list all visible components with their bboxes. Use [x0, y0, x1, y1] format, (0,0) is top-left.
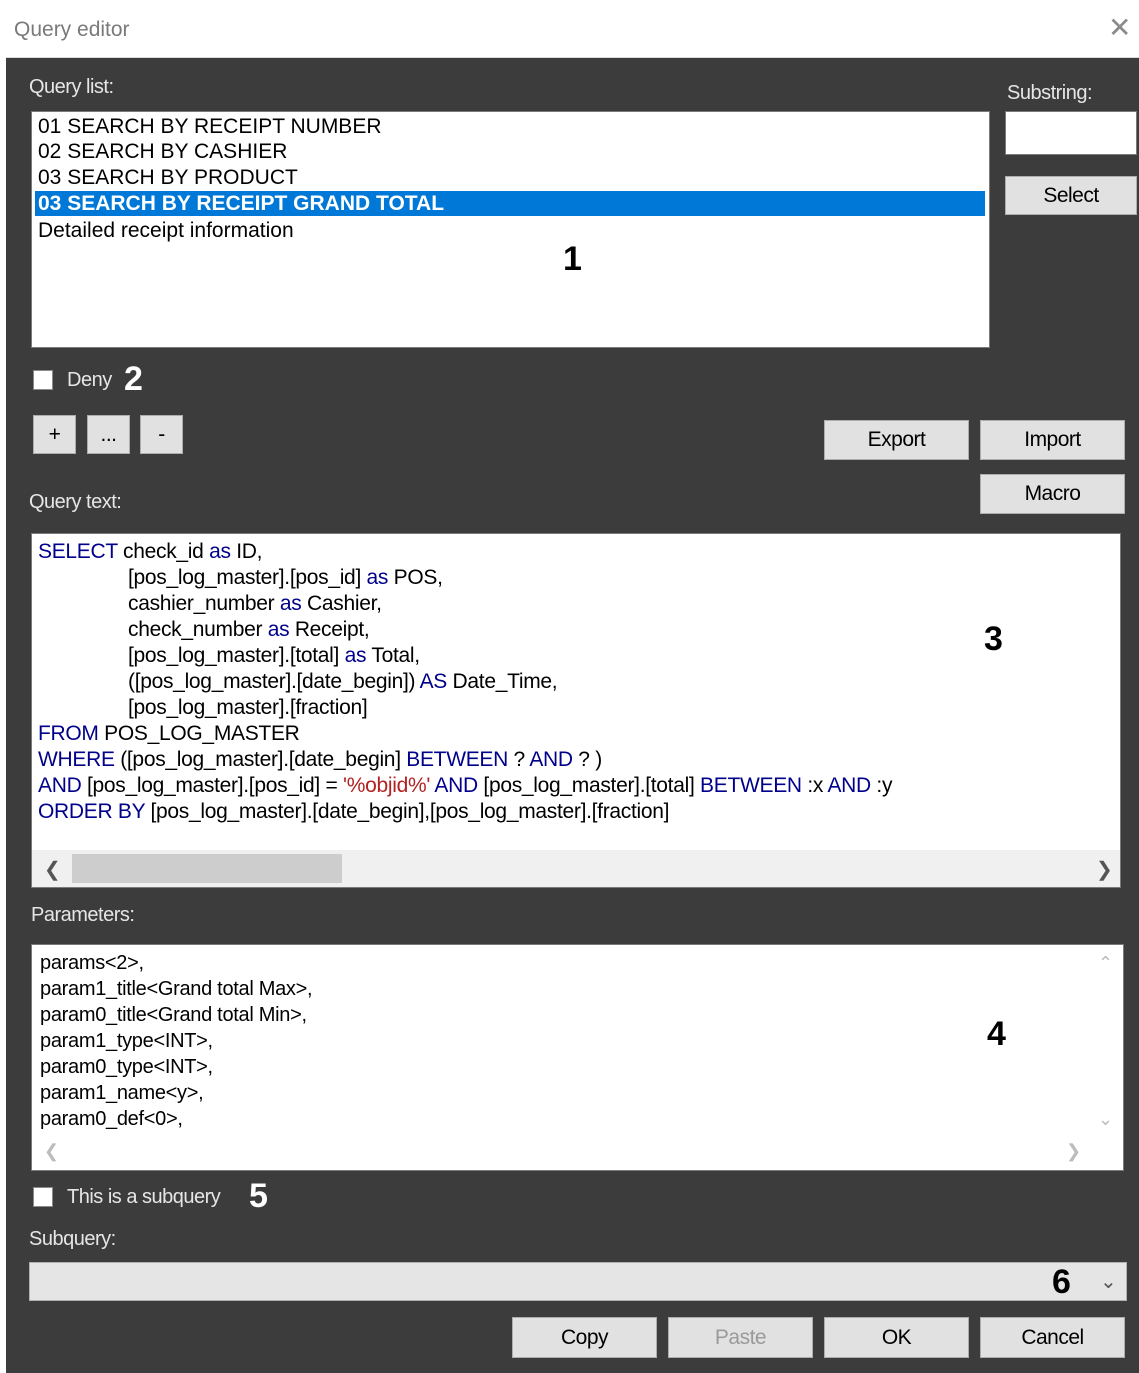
- query-list-item[interactable]: 01 SEARCH BY RECEIPT NUMBER: [35, 114, 985, 139]
- add-query-button[interactable]: +: [33, 415, 76, 454]
- query-text-label: Query text:: [29, 491, 122, 513]
- parameter-line: param0_type<INT>,: [40, 1056, 213, 1078]
- code-line: [pos_log_master].[pos_id] as POS,: [128, 566, 443, 589]
- close-icon[interactable]: ✕: [1108, 14, 1131, 42]
- edit-query-button[interactable]: ...: [87, 415, 130, 454]
- scrollbar-thumb[interactable]: [72, 854, 342, 883]
- export-button[interactable]: Export: [824, 420, 969, 460]
- deny-label: Deny: [67, 369, 112, 391]
- parameter-line: param1_title<Grand total Max>,: [40, 978, 313, 1000]
- copy-button[interactable]: Copy: [512, 1317, 657, 1358]
- query-list-item[interactable]: Detailed receipt information: [35, 218, 985, 243]
- query-list-item[interactable]: 02 SEARCH BY CASHIER: [35, 139, 985, 164]
- chevron-left-icon[interactable]: ❮: [44, 1141, 59, 1162]
- callout-3: 3: [984, 620, 1003, 658]
- remove-query-button[interactable]: -: [140, 415, 183, 454]
- cancel-button[interactable]: Cancel: [980, 1317, 1125, 1358]
- query-list-item[interactable]: 03 SEARCH BY PRODUCT: [35, 165, 985, 190]
- code-line: FROM POS_LOG_MASTER: [38, 722, 300, 745]
- parameter-line: params<2>,: [40, 952, 144, 974]
- subquery-select[interactable]: 6 ⌄: [29, 1262, 1127, 1301]
- callout-6: 6: [1052, 1263, 1071, 1301]
- parameter-line: param1_type<INT>,: [40, 1030, 213, 1052]
- callout-4: 4: [987, 1015, 1006, 1053]
- select-button[interactable]: Select: [1005, 176, 1137, 215]
- code-line: [pos_log_master].[total] as Total,: [128, 644, 420, 667]
- query-list-item-selected[interactable]: 03 SEARCH BY RECEIPT GRAND TOTAL: [35, 191, 985, 216]
- substring-input[interactable]: [1005, 111, 1137, 155]
- code-line: ORDER BY [pos_log_master].[date_begin],[…: [38, 800, 670, 823]
- subquery-checkbox-label: This is a subquery: [67, 1186, 221, 1208]
- code-line: AND [pos_log_master].[pos_id] = '%objid%…: [38, 774, 893, 797]
- chevron-right-icon[interactable]: ❯: [1066, 1141, 1081, 1162]
- code-line: ([pos_log_master].[date_begin]) AS Date_…: [128, 670, 558, 693]
- query-list[interactable]: 01 SEARCH BY RECEIPT NUMBER 02 SEARCH BY…: [31, 111, 990, 348]
- subquery-checkbox[interactable]: [33, 1187, 53, 1207]
- callout-2: 2: [124, 360, 143, 398]
- parameter-line: param0_title<Grand total Min>,: [40, 1004, 307, 1026]
- code-line: SELECT check_id as ID,: [38, 540, 263, 563]
- substring-label: Substring:: [1007, 82, 1093, 104]
- parameters-label: Parameters:: [31, 904, 135, 926]
- parameter-line: param0_def<0>,: [40, 1108, 183, 1130]
- deny-checkbox[interactable]: [33, 370, 53, 390]
- parameter-line: param1_name<y>,: [40, 1082, 204, 1104]
- parameters-editor[interactable]: params<2>, param1_title<Grand total Max>…: [31, 944, 1124, 1171]
- code-line: cashier_number as Cashier,: [128, 592, 382, 615]
- chevron-right-icon[interactable]: ❯: [1096, 857, 1113, 882]
- subquery-label: Subquery:: [29, 1228, 116, 1250]
- title-bar: [6, 8, 1139, 58]
- chevron-up-icon[interactable]: ⌃: [1098, 953, 1113, 974]
- window-title: Query editor: [14, 18, 130, 41]
- query-list-label: Query list:: [29, 76, 114, 98]
- chevron-down-icon[interactable]: ⌄: [1098, 1109, 1113, 1130]
- query-text-editor[interactable]: SELECT check_id as ID, [pos_log_master].…: [31, 533, 1121, 888]
- macro-button[interactable]: Macro: [980, 474, 1125, 514]
- code-line: WHERE ([pos_log_master].[date_begin] BET…: [38, 748, 602, 771]
- code-line: check_number as Receipt,: [128, 618, 370, 641]
- chevron-left-icon[interactable]: ❮: [44, 857, 61, 882]
- callout-1: 1: [563, 240, 582, 278]
- import-button[interactable]: Import: [980, 420, 1125, 460]
- code-line: [pos_log_master].[fraction]: [128, 696, 368, 719]
- ok-button[interactable]: OK: [824, 1317, 969, 1358]
- paste-button[interactable]: Paste: [668, 1317, 813, 1358]
- chevron-down-icon[interactable]: ⌄: [1100, 1269, 1117, 1294]
- callout-5: 5: [249, 1177, 268, 1215]
